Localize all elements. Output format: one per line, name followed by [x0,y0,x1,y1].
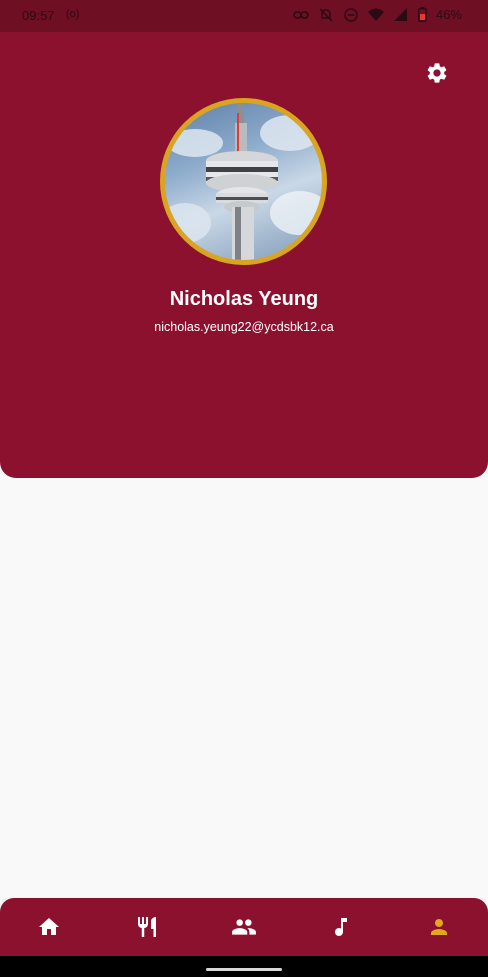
person-icon [431,919,447,935]
home-icon [39,918,59,935]
avatar[interactable] [165,103,322,260]
profile-name: Nicholas Yeung [169,288,319,310]
bottom-navigation [0,898,488,956]
dnd-icon [344,7,358,22]
status-time: 09:57 [22,8,55,23]
settings-button[interactable] [425,61,449,85]
bell-off-icon [319,7,333,22]
signal-icon [393,7,407,21]
cn-tower-image [165,103,322,260]
system-gesture-bar [0,956,488,977]
home-gesture-handle[interactable] [206,968,282,971]
battery-percent: 46% [435,7,462,22]
status-bar: 09:57 (o) 46% [0,0,488,32]
nav-profile[interactable] [409,898,469,956]
utensils-icon [138,917,156,937]
nav-home[interactable] [19,898,79,956]
nav-people[interactable] [214,898,274,956]
gear-icon [427,63,447,83]
people-icon [232,919,256,935]
wifi-icon [367,8,384,21]
nav-music[interactable] [311,898,371,956]
cast-indicator: (o) [66,8,80,20]
link-icon [293,10,309,19]
nav-food[interactable] [117,898,177,956]
status-icons: 46% [293,7,462,22]
profile-email: nicholas.yeung22@ycdsbk12.ca [154,320,334,334]
battery-icon [418,7,427,22]
music-note-icon [335,918,347,936]
